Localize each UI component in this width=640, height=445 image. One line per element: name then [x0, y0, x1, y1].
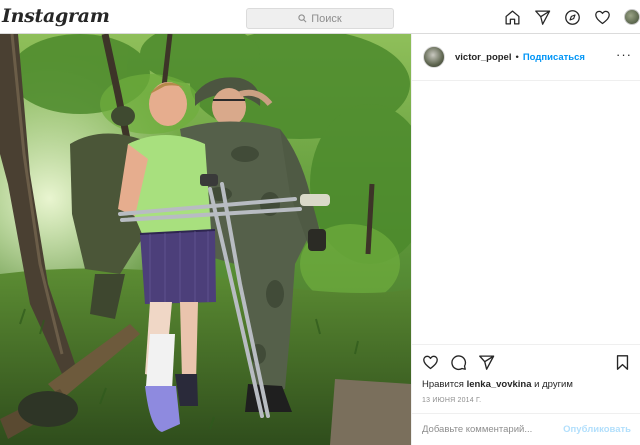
instagram-logo[interactable]: Instagram: [2, 5, 110, 27]
post-photo[interactable]: [0, 34, 411, 445]
post-sidebar: victor_popel • Подписаться ··· Нравится …: [411, 34, 640, 445]
user-avatar[interactable]: [423, 46, 445, 68]
liker-username[interactable]: lenka_vovkina: [467, 379, 532, 390]
comment-bar: Опубликовать: [412, 413, 640, 445]
post-actions: Нравится lenka_vovkina и другим 13 ИЮНЯ …: [412, 344, 640, 413]
likes-line: Нравится lenka_vovkina и другим: [422, 379, 631, 390]
search-icon: [298, 14, 307, 23]
post-header: victor_popel • Подписаться ···: [412, 34, 640, 81]
username-link[interactable]: victor_popel: [455, 52, 512, 63]
share-icon[interactable]: [478, 354, 495, 371]
likes-suffix: и другим: [534, 379, 573, 390]
search-placeholder: Поиск: [311, 12, 342, 25]
like-heart-icon[interactable]: [422, 354, 439, 371]
home-icon[interactable]: [504, 9, 521, 26]
more-options-icon[interactable]: ···: [616, 48, 632, 61]
explore-icon[interactable]: [564, 9, 581, 26]
action-icons: [422, 353, 631, 371]
bookmark-icon[interactable]: [614, 354, 631, 371]
publish-button[interactable]: Опубликовать: [563, 424, 631, 435]
top-nav: [504, 9, 640, 26]
search-box[interactable]: Поиск: [246, 8, 394, 29]
likes-prefix: Нравится: [422, 379, 464, 390]
top-bar: Instagram Поиск: [0, 0, 640, 34]
profile-avatar[interactable]: [624, 9, 640, 25]
comment-input[interactable]: [422, 424, 564, 435]
forest-scene-image: [0, 34, 411, 445]
direct-icon[interactable]: [534, 9, 551, 26]
activity-icon[interactable]: [594, 9, 611, 26]
comment-icon[interactable]: [450, 354, 467, 371]
separator-dot: •: [515, 51, 519, 63]
post-date: 13 ИЮНЯ 2014 Г.: [422, 397, 482, 404]
follow-button[interactable]: Подписаться: [523, 52, 585, 63]
